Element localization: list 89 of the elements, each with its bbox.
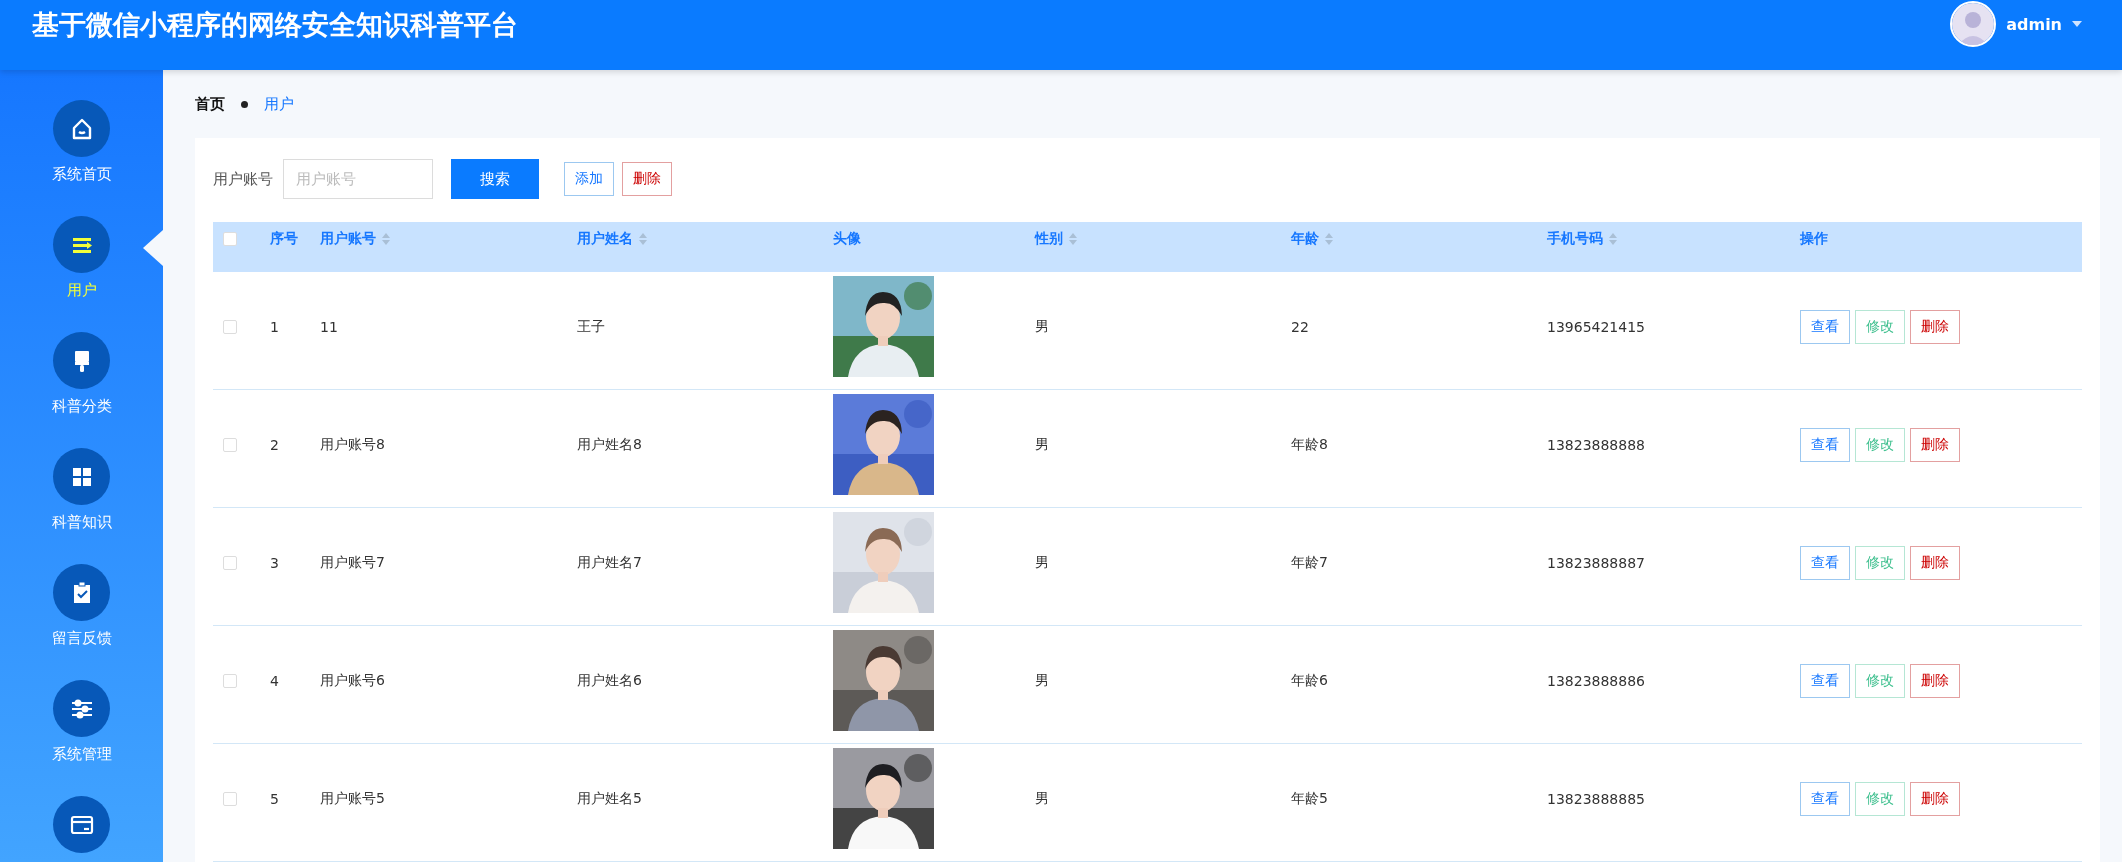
table-cell-text: 男: [1035, 789, 1050, 808]
menu-item[interactable]: 科普分类: [51, 397, 112, 417]
column-header[interactable]: 性别: [1035, 230, 1077, 248]
menu-item[interactable]: 系统首页: [51, 165, 112, 185]
row-checkbox[interactable]: [223, 791, 237, 806]
table-cell-text: 年龄8: [1291, 435, 1329, 454]
menu-icon-background[interactable]: [53, 100, 110, 157]
table-cell-text: 13823888885: [1547, 790, 1646, 807]
breadcrumb-item[interactable]: 用户: [264, 94, 294, 114]
view-button[interactable]: 查看: [1800, 663, 1850, 698]
edit-button[interactable]: 修改: [1855, 427, 1905, 462]
table-cell-text: 用户姓名7: [577, 553, 643, 572]
menu-item[interactable]: 系统管理: [51, 745, 112, 765]
table-cell-text: 13965421415: [1547, 318, 1646, 335]
menu-icon-background[interactable]: [53, 564, 110, 621]
delete-button[interactable]: 删除: [1910, 545, 1960, 580]
table-cell-text: 男: [1035, 317, 1050, 336]
search-button[interactable]: 搜索: [451, 159, 539, 199]
breadcrumb-item[interactable]: 首页: [195, 94, 225, 114]
table-cell-text: 男: [1035, 435, 1050, 454]
menu-icon-background[interactable]: [53, 796, 110, 853]
table-cell-text: 用户账号7: [320, 553, 386, 572]
add-button[interactable]: 添加: [564, 162, 614, 196]
caret-icon[interactable]: [2072, 21, 2082, 27]
user-name[interactable]: admin: [2006, 14, 2062, 34]
row-checkbox[interactable]: [223, 555, 237, 570]
menu-icon-background[interactable]: [53, 680, 110, 737]
table-cell-text: 3: [270, 554, 280, 571]
table-cell-text: 11: [320, 318, 339, 335]
menu-item[interactable]: 科普知识: [51, 513, 112, 533]
column-header: 序号: [270, 230, 298, 248]
menu-icon-background[interactable]: [53, 216, 110, 273]
table-cell-text: 2: [270, 436, 280, 453]
table-cell-text: 5: [270, 790, 280, 807]
breadcrumb-separator: [241, 100, 248, 108]
table-cell-text: 用户账号8: [320, 435, 386, 454]
sort-icon[interactable]: [1325, 233, 1333, 245]
row-checkbox[interactable]: [223, 673, 237, 688]
select-all-checkbox[interactable]: [223, 232, 237, 246]
column-header[interactable]: 用户姓名: [577, 230, 647, 248]
sort-icon[interactable]: [382, 233, 390, 245]
edit-button[interactable]: 修改: [1855, 545, 1905, 580]
table-cell-text: 年龄5: [1291, 789, 1329, 808]
row-checkbox[interactable]: [223, 319, 237, 334]
search-label: 用户账号: [213, 169, 273, 189]
delete-button[interactable]: 删除: [1910, 309, 1960, 344]
menu-icon-background[interactable]: [53, 332, 110, 389]
delete-button[interactable]: 删除: [1910, 781, 1960, 816]
table-cell-text: 用户账号6: [320, 671, 386, 690]
column-header[interactable]: 年龄: [1291, 230, 1333, 248]
menu-item[interactable]: 留言反馈: [51, 629, 112, 649]
app-title: 基于微信小程序的网络安全知识科普平台: [32, 8, 518, 42]
table-cell-text: 男: [1035, 671, 1050, 690]
table-cell-text: 用户姓名6: [577, 671, 643, 690]
table-cell-text: 用户姓名8: [577, 435, 643, 454]
delete-button[interactable]: 删除: [1910, 427, 1960, 462]
table-cell-text: 用户账号5: [320, 789, 386, 808]
avatar-icon[interactable]: [1950, 1, 1997, 47]
column-header[interactable]: 用户账号: [320, 230, 390, 248]
sort-icon[interactable]: [1069, 233, 1077, 245]
row-checkbox[interactable]: [223, 437, 237, 452]
table-cell-text: 13823888886: [1547, 672, 1646, 689]
delete-button[interactable]: 删除: [1910, 663, 1960, 698]
view-button[interactable]: 查看: [1800, 545, 1850, 580]
edit-button[interactable]: 修改: [1855, 781, 1905, 816]
table-cell-text: 年龄6: [1291, 671, 1329, 690]
menu-icon-background[interactable]: [53, 448, 110, 505]
search-field[interactable]: 用户账号: [283, 159, 433, 199]
table-cell-text: 年龄7: [1291, 553, 1329, 572]
column-header: 操作: [1800, 230, 1828, 248]
delete-button[interactable]: 删除: [622, 162, 672, 196]
table-cell-text: 1: [270, 318, 280, 335]
column-header: 头像: [833, 230, 861, 248]
column-header[interactable]: 手机号码: [1547, 230, 1617, 248]
table-cell-text: 用户姓名5: [577, 789, 643, 808]
view-button[interactable]: 查看: [1800, 427, 1850, 462]
table-cell-text: 13823888887: [1547, 554, 1646, 571]
edit-button[interactable]: 修改: [1855, 663, 1905, 698]
view-button[interactable]: 查看: [1800, 781, 1850, 816]
view-button[interactable]: 查看: [1800, 309, 1850, 344]
table-cell-text: 22: [1291, 318, 1310, 335]
sort-icon[interactable]: [639, 233, 647, 245]
table-cell-text: 男: [1035, 553, 1050, 572]
table-cell-text: 13823888888: [1547, 436, 1646, 453]
table-cell-text: 王子: [577, 317, 606, 336]
table-cell-text: 4: [270, 672, 280, 689]
sort-icon[interactable]: [1609, 233, 1617, 245]
edit-button[interactable]: 修改: [1855, 309, 1905, 344]
menu-item[interactable]: 用户: [66, 281, 97, 301]
